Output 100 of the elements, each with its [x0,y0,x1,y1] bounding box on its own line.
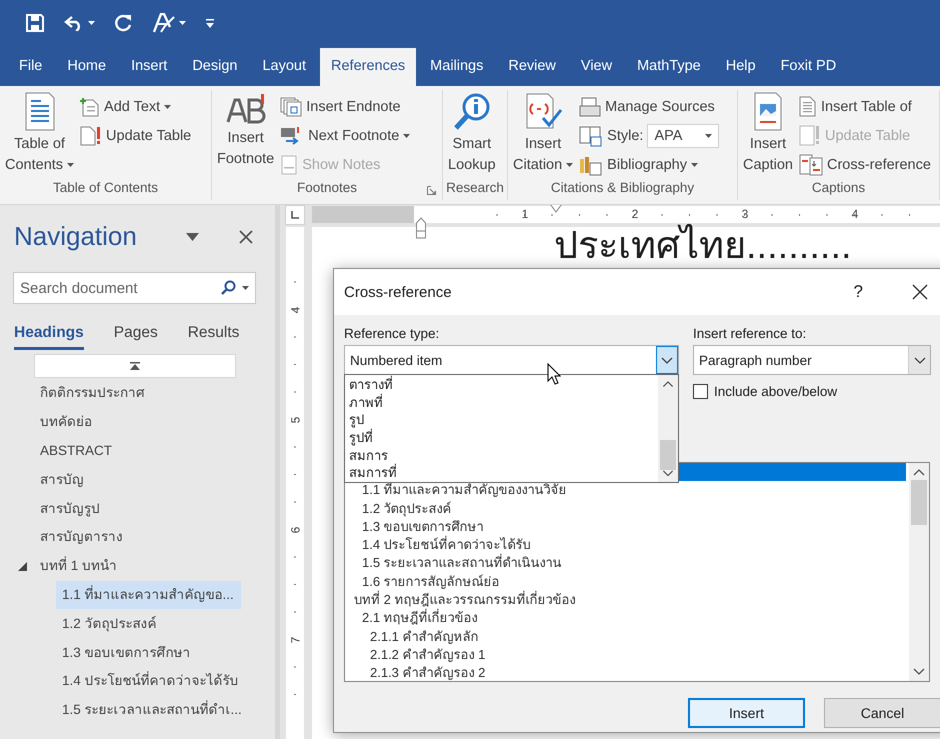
save-icon[interactable] [26,14,44,32]
dialog-title: Cross-reference [344,284,453,300]
list-item[interactable]: 1.4 ประโยชน์ที่คาดว่าจะได้รับ [345,536,909,554]
search-icon[interactable] [220,280,236,296]
ribbon-tab[interactable]: Foxit PD [770,48,848,86]
ribbon-tab[interactable]: File [8,48,54,86]
ribbon-tab[interactable]: Help [714,48,767,86]
ribbon-button[interactable]: Bibliography [579,150,720,179]
tab-selector[interactable] [285,205,305,225]
dialog-button[interactable]: Insert [688,698,805,728]
ribbon-button[interactable]: Insert Endnote [280,92,410,121]
dropdown-icon[interactable] [186,232,199,240]
heading-item[interactable]: สารบัญรูป [18,494,203,523]
ribbon-tab[interactable]: View [570,48,624,86]
caret-icon [88,21,95,25]
heading-item[interactable]: ABSTRACT [18,436,203,465]
ribbon-tab[interactable]: References [320,48,416,86]
pane-tab[interactable]: Results [188,324,240,350]
close-icon[interactable] [912,284,928,300]
ribbon-button[interactable]: Table of Contents [3,90,76,180]
spelling-icon[interactable] [153,13,175,33]
heading-item[interactable]: สารบัญ [18,466,203,494]
list-item[interactable]: 2.1 ทฤษฎีที่เกี่ยวข้อง [345,609,909,628]
vertical-ruler: 4 5 6 7 [286,227,304,739]
search-field[interactable]: Search document [13,272,256,304]
ribbon-button[interactable]: Insert Caption [741,90,795,180]
dropdown-option[interactable]: ตารางที่ [345,376,658,394]
list-item[interactable]: 2.1.3 คำสำคัญรอง 2 [345,664,909,683]
heading-item[interactable]: 1.4 ประโยชน์ที่คาดว่าจะได้รับ [56,667,241,696]
dialog-button[interactable]: Cancel [824,698,940,728]
dropdown-option[interactable]: สมการที่ [345,464,658,482]
heading-item[interactable]: กิตติกรรมประกาศ [18,379,203,408]
ribbon-tab[interactable]: Design [181,48,248,86]
ribbon-button[interactable]: Update Table [80,121,192,150]
cross-reference-icon [798,154,823,176]
document-lines-icon [22,92,57,132]
ribbon-tab[interactable]: Mailings [419,48,494,86]
search-input[interactable]: Search document [18,278,214,298]
insert-reference-dropdown[interactable]: Paragraph number [693,345,931,375]
ribbon-button[interactable]: Insert Table of [798,92,931,121]
dropdown-option[interactable]: ภาพที่ [345,394,658,412]
close-icon[interactable] [239,230,253,244]
help-button[interactable]: ? [854,282,863,302]
pane-tab[interactable]: Headings [14,324,84,350]
ribbon-button[interactable]: Smart Lookup [446,90,498,180]
ribbon-button[interactable]: Next Footnote [280,121,410,150]
heading-item[interactable]: 1.3 ขอบเขตการศึกษา [56,638,241,667]
ribbon-button[interactable]: Add Text [80,92,192,121]
dropdown-option[interactable]: รูปที่ [345,429,658,447]
style-dropdown[interactable]: APA [647,124,720,148]
dropdown-option[interactable]: รูป [345,411,658,430]
caret-icon [705,134,712,138]
list-item[interactable]: 1.3 ขอบเขตการศึกษา [345,518,909,536]
heading-item[interactable]: 1.2 วัตถุประสงค์ [56,610,241,638]
scroll-up-icon[interactable] [662,381,674,388]
customize-icon[interactable] [206,18,214,28]
heading-item[interactable]: บทที่ 1 บทนำ [18,552,203,580]
chevron-down-icon [661,356,673,364]
indent-marker-icon[interactable] [416,215,426,239]
dropdown-option[interactable]: สมการ [345,446,658,464]
ribbon-button[interactable]: Manage Sources [579,92,720,121]
heading-item[interactable]: 1.5 ระยะเวลาและสถานที่ดำเ... [56,696,244,724]
expanded-icon[interactable] [18,562,27,571]
reference-type-dropdown[interactable]: Numbered item [344,345,679,375]
scroll-up-icon[interactable] [913,469,925,476]
scroll-down-icon[interactable] [913,668,925,675]
ribbon-tab[interactable]: Insert [120,48,178,86]
heading-item[interactable]: บทคัดย่อ [18,408,203,436]
ribbon-tab[interactable]: Home [56,48,118,86]
list-item[interactable]: 1.2 วัตถุประสงค์ [345,500,909,518]
heading-item[interactable]: สารบัญตาราง [18,523,203,552]
ribbon-tab[interactable]: MathType [626,48,712,86]
group-label: Captions [812,180,866,195]
ribbon-tab[interactable]: Layout [251,48,318,86]
scroll-down-icon[interactable] [662,470,674,476]
list-item[interactable]: 1.5 ระยะเวลาและสถานที่ดำเนินงาน [345,554,909,573]
list-item[interactable]: 1.1 ที่มาและความสำคัญของงานวิจัย [345,481,909,500]
document-alert-icon [80,126,102,146]
list-item[interactable]: บทที่ 2 ทฤษฎีและวรรณกรรมที่เกี่ยวข้อง [345,591,909,610]
list-item[interactable]: 2.1.2 คำสำคัญรอง 1 [345,646,909,664]
caret-icon [566,162,574,166]
ribbon-button[interactable]: Cross-reference [798,150,931,179]
corner-icon [291,211,299,219]
scrollbar-thumb[interactable] [660,440,676,470]
caret-icon [242,286,249,290]
heading-item[interactable]: 1.1 ที่มาและความสำคัญขอ... [56,580,241,609]
list-item[interactable]: 2.1.1 คำสำคัญหลัก [345,628,909,646]
redo-icon[interactable] [115,14,133,32]
pane-tab[interactable]: Pages [114,324,158,350]
pane-title: Navigation [14,221,137,252]
list-item[interactable]: 1.6 รายการสัญลักษณ์ย่อ [345,572,909,592]
list-icon [798,96,817,118]
notes-icon [280,154,298,174]
launcher-icon[interactable] [427,186,436,195]
ribbon-button[interactable]: Insert Citation [511,90,576,180]
ribbon-button[interactable]: Insert Footnote [215,90,276,180]
checkbox[interactable] [693,384,708,398]
chevron-down-icon [914,356,926,364]
ribbon-tab[interactable]: Review [497,48,567,86]
scrollbar-thumb[interactable] [911,480,927,525]
